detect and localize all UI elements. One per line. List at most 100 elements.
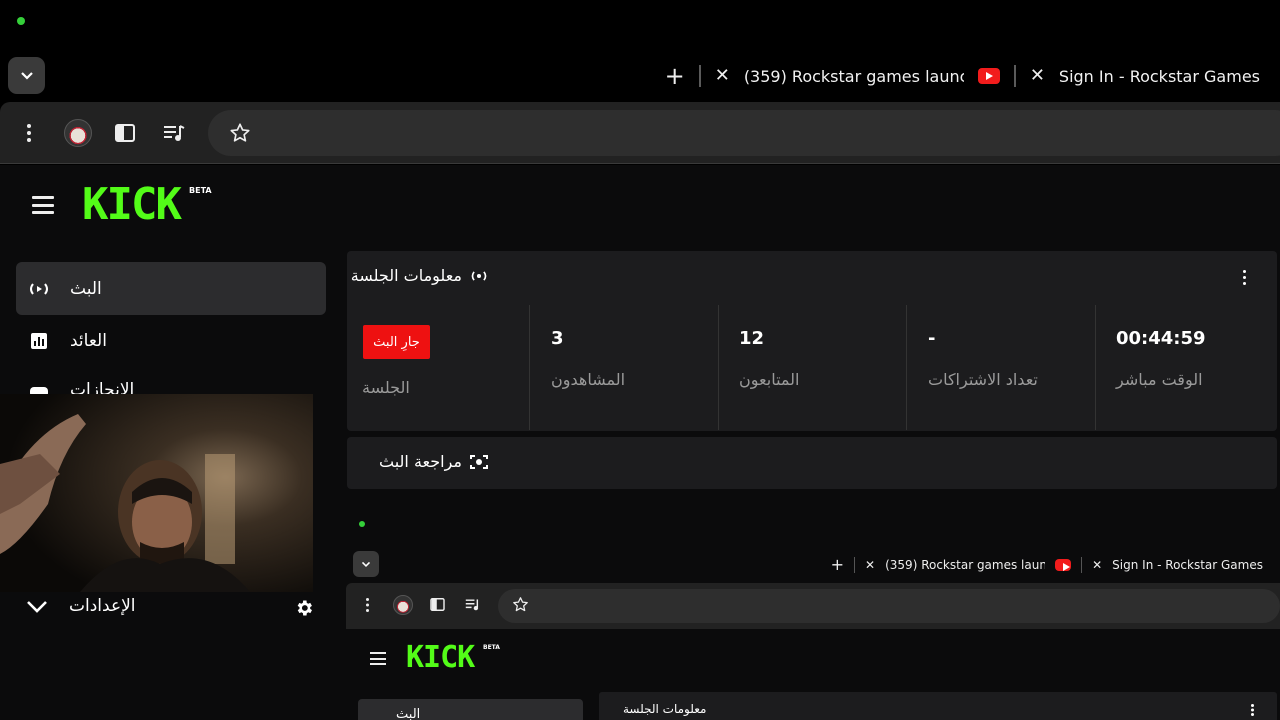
stream-review-header: مراجعة البث bbox=[379, 452, 488, 471]
more-vertical-icon bbox=[366, 598, 369, 612]
stat-label-session: الجلسة bbox=[362, 378, 410, 397]
hamburger-icon bbox=[32, 196, 54, 199]
tab-search-button[interactable] bbox=[8, 57, 45, 94]
hamburger-line bbox=[32, 203, 54, 207]
chat-icon bbox=[28, 380, 50, 394]
chevron-down-icon bbox=[20, 71, 33, 80]
close-tab-icon: ✕ bbox=[1092, 557, 1103, 572]
stat-divider bbox=[529, 305, 530, 430]
hamburger-line bbox=[370, 652, 386, 654]
stat-label-followers: المتابعون bbox=[739, 370, 800, 389]
nested-tab-title: (359) Rockstar games launch bbox=[885, 557, 1046, 572]
tab-title: Sign In - Rockstar Games bbox=[1058, 66, 1260, 86]
youtube-icon bbox=[977, 68, 1000, 84]
menu-button[interactable] bbox=[32, 196, 54, 214]
sidebar-item-achievements[interactable]: الإنجازات bbox=[16, 366, 326, 394]
close-tab-icon: ✕ bbox=[865, 557, 876, 572]
nested-tab-list: + ✕ (359) Rockstar games launch ✕ Sign I… bbox=[831, 555, 1263, 574]
panel-title: مراجعة البث bbox=[379, 452, 462, 471]
sidebar-item-stream[interactable]: البث bbox=[16, 262, 326, 315]
nested-tab-search-button bbox=[353, 551, 379, 577]
broadcast-icon bbox=[471, 270, 487, 281]
profile-button[interactable] bbox=[63, 118, 93, 148]
nested-kick-logo: KICK bbox=[406, 640, 475, 675]
tab-title: (359) Rockstar games launch bbox=[743, 66, 964, 86]
nested-beta-badge: BETA bbox=[483, 644, 500, 651]
settings-label: الإعدادات bbox=[69, 596, 136, 616]
stat-label-viewers: المشاهدون bbox=[551, 370, 626, 389]
nested-hamburger-icon bbox=[370, 652, 386, 665]
bar-chart-icon bbox=[28, 330, 50, 352]
webcam-overlay bbox=[0, 394, 313, 592]
browser-menu-button[interactable] bbox=[22, 118, 36, 148]
side-panel-button[interactable] bbox=[113, 118, 137, 148]
tab-list: + ✕ (359) Rockstar games launch ✕ Sign I… bbox=[665, 62, 1260, 90]
nested-avatar bbox=[393, 595, 413, 615]
tab-rockstar-signin[interactable]: ✕ Sign In - Rockstar Games bbox=[1030, 67, 1260, 86]
broadcast-icon bbox=[28, 278, 50, 300]
stat-label-live-time: الوقت مباشر bbox=[1116, 370, 1203, 389]
sidebar-item-revenue[interactable]: العائد bbox=[16, 314, 326, 367]
sidebar-settings[interactable]: الإعدادات bbox=[26, 596, 316, 620]
more-vertical-icon bbox=[27, 124, 31, 142]
chevron-down-icon bbox=[361, 561, 371, 567]
kick-logo[interactable]: KICK bbox=[82, 183, 182, 227]
close-tab-icon[interactable]: ✕ bbox=[1030, 67, 1045, 85]
nested-panel-title: معلومات الجلسة bbox=[623, 702, 707, 716]
side-panel-icon bbox=[115, 124, 135, 142]
nested-address-bar bbox=[498, 589, 1280, 623]
tab-separator bbox=[854, 556, 856, 573]
webcam-video bbox=[0, 394, 313, 592]
stat-value-live-time: 00:44:59 bbox=[1116, 328, 1206, 349]
gear-icon[interactable] bbox=[294, 598, 314, 618]
tab-youtube[interactable]: ✕ (359) Rockstar games launch bbox=[715, 67, 1000, 86]
bookmark-button[interactable] bbox=[228, 118, 252, 148]
hamburger-line bbox=[370, 663, 386, 665]
hamburger-line bbox=[370, 657, 386, 660]
kebab-dot bbox=[1243, 282, 1246, 285]
stat-divider bbox=[906, 305, 907, 430]
new-tab-button[interactable]: + bbox=[665, 64, 685, 88]
nested-session-panel: معلومات الجلسة bbox=[599, 692, 1277, 720]
kebab-dot bbox=[1243, 276, 1246, 279]
stat-divider bbox=[718, 305, 719, 430]
sidebar-item-label: العائد bbox=[70, 330, 107, 351]
stat-label-subscriptions: تعداد الاشتراكات bbox=[928, 370, 1038, 389]
nested-tab: ✕ (359) Rockstar games launch bbox=[865, 557, 1072, 572]
beta-badge: BETA bbox=[189, 186, 212, 195]
address-bar[interactable] bbox=[208, 110, 1280, 156]
session-info-header: معلومات الجلسة bbox=[351, 266, 488, 285]
panel-more-button[interactable] bbox=[1243, 270, 1246, 285]
stat-divider bbox=[1095, 305, 1096, 430]
youtube-icon bbox=[1055, 558, 1072, 571]
more-vertical-icon bbox=[1243, 270, 1246, 273]
nested-new-tab-icon: + bbox=[830, 555, 845, 574]
more-vertical-icon bbox=[1251, 704, 1254, 716]
hamburger-line bbox=[32, 211, 54, 214]
sidebar-item-label: البث bbox=[70, 278, 102, 299]
close-tab-icon[interactable]: ✕ bbox=[715, 67, 730, 85]
star-icon bbox=[513, 597, 528, 612]
tab-separator bbox=[1081, 556, 1083, 573]
sidebar-item-label: الإنجازات bbox=[70, 380, 135, 394]
screen-record-icon bbox=[470, 454, 488, 469]
stat-value-subscriptions: - bbox=[928, 328, 936, 349]
nested-tab: ✕ Sign In - Rockstar Games bbox=[1092, 558, 1263, 572]
stat-value-viewers: 3 bbox=[551, 328, 564, 349]
media-controls-button[interactable] bbox=[161, 118, 187, 148]
tab-separator bbox=[1013, 65, 1016, 87]
music-queue-icon bbox=[465, 599, 479, 611]
nested-sidebar-label: البث bbox=[396, 707, 421, 720]
nested-sidebar-item-stream: البث bbox=[358, 699, 583, 720]
avatar bbox=[64, 119, 92, 147]
live-status-badge: جارِ البث bbox=[363, 325, 430, 359]
side-panel-icon bbox=[430, 598, 445, 611]
nested-recording-indicator bbox=[359, 521, 365, 527]
tab-separator bbox=[698, 65, 701, 87]
nested-tab-title: Sign In - Rockstar Games bbox=[1112, 557, 1263, 572]
chevron-down-icon[interactable] bbox=[26, 600, 48, 614]
recording-indicator bbox=[17, 17, 25, 25]
star-icon bbox=[230, 123, 250, 142]
music-queue-icon bbox=[164, 125, 185, 141]
panel-title: معلومات الجلسة bbox=[350, 266, 462, 285]
